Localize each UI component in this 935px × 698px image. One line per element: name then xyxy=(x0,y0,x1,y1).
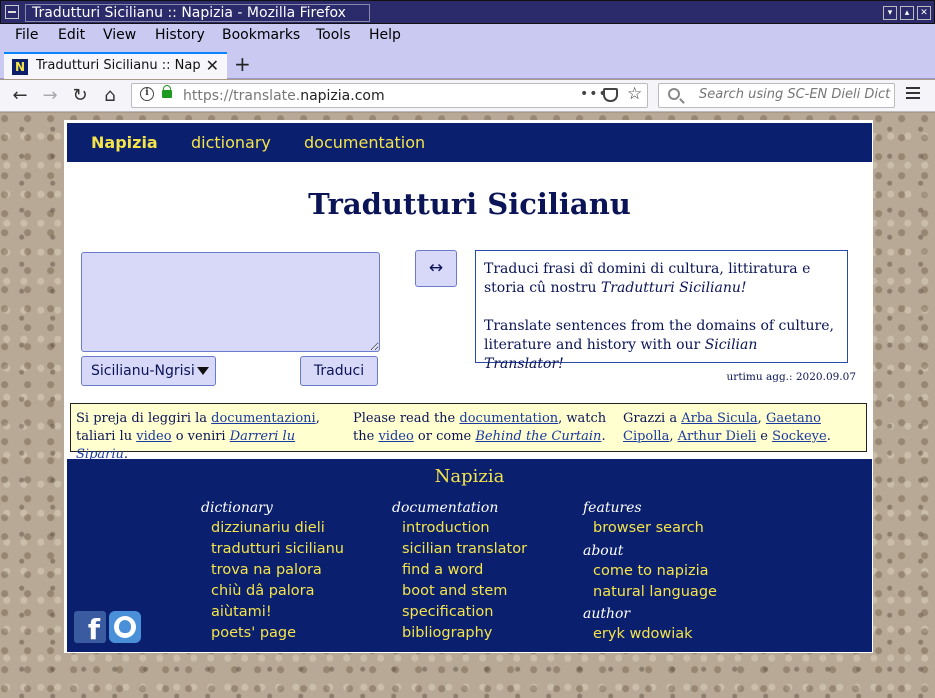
documentation-link[interactable]: documentation xyxy=(459,411,558,426)
menu-tools[interactable]: Tools xyxy=(316,27,351,43)
footer-author-heading: author xyxy=(583,606,631,622)
footer-link[interactable]: trova na palora xyxy=(201,560,344,581)
translate-button[interactable]: Traduci xyxy=(300,356,378,386)
menu-view[interactable]: View xyxy=(103,27,136,43)
nav-bar: ← → ↻ ⌂ i https://translate.napizia.com … xyxy=(0,80,935,112)
footer-dictionary-column: dictionary dizziunariu dieli tradutturi … xyxy=(201,498,344,644)
dropdown-caret-icon xyxy=(197,367,209,375)
notice-english: Please read the documentation, watch the… xyxy=(353,411,607,444)
menu-bookmarks[interactable]: Bookmarks xyxy=(222,27,300,43)
footer-link[interactable]: boot and stem xyxy=(392,581,527,602)
footer-about-heading: about xyxy=(583,543,624,559)
footer-link[interactable]: dizziunariu dieli xyxy=(201,518,344,539)
footer-link[interactable]: poets' page xyxy=(201,623,344,644)
footer-link[interactable]: aiùtami! xyxy=(201,602,344,623)
swap-languages-button[interactable]: ↔ xyxy=(415,250,457,287)
notice-sicilian: Si preja di leggiri la documentazioni, t… xyxy=(76,411,320,462)
footer-link[interactable]: eryk wdowiak xyxy=(583,624,717,645)
footer-features-heading: features xyxy=(583,500,642,516)
menu-file[interactable]: File xyxy=(15,27,38,43)
minimize-icon[interactable]: ▾ xyxy=(883,6,897,20)
nav-napizia-link[interactable]: Napizia xyxy=(91,133,158,152)
forward-icon[interactable]: → xyxy=(39,85,61,106)
info-english: Translate sentences from the domains of … xyxy=(484,318,834,372)
hamburger-menu-icon[interactable] xyxy=(906,87,920,101)
video-link-en[interactable]: video xyxy=(378,429,413,444)
page-title: Tradutturi Sicilianu xyxy=(308,187,631,221)
footer-link[interactable]: sicilian translator xyxy=(392,539,527,560)
site-footer: Napizia dictionary dizziunariu dieli tra… xyxy=(67,459,872,652)
sockeye-link[interactable]: Sockeye xyxy=(772,429,827,444)
arba-sicula-link[interactable]: Arba Sicula xyxy=(681,411,757,426)
search-icon xyxy=(668,88,680,100)
site-nav: Napizia dictionary documentation xyxy=(67,123,872,162)
napizia-favicon-icon: N xyxy=(12,59,28,75)
menu-bar: File Edit View History Bookmarks Tools H… xyxy=(0,24,935,50)
footer-link[interactable]: natural language xyxy=(583,582,717,603)
footer-link[interactable]: chiù dâ palora xyxy=(201,581,344,602)
footer-documentation-column: documentation introduction sicilian tran… xyxy=(392,498,527,644)
new-tab-icon[interactable]: + xyxy=(234,52,251,76)
documentazioni-link[interactable]: documentazioni xyxy=(211,411,316,426)
bookmark-star-icon[interactable]: ☆ xyxy=(627,84,642,104)
close-window-icon[interactable]: ✕ xyxy=(917,6,931,20)
tab-tradutturi[interactable]: N Tradutturi Sicilianu :: Napizia ✕ xyxy=(4,52,227,79)
close-tab-icon[interactable]: ✕ xyxy=(206,56,219,75)
page-container: Napizia dictionary documentation Tradutt… xyxy=(64,120,873,653)
tab-title: Tradutturi Sicilianu :: Napizia xyxy=(36,58,201,73)
back-icon[interactable]: ← xyxy=(9,85,31,106)
arthur-dieli-link[interactable]: Arthur Dieli xyxy=(678,429,757,444)
menu-history[interactable]: History xyxy=(155,27,205,43)
facebook-icon[interactable]: f xyxy=(74,611,106,643)
search-bar[interactable] xyxy=(658,83,895,108)
info-box: Traduci frasi dî domini di cultura, litt… xyxy=(475,250,848,372)
reload-icon[interactable]: ↻ xyxy=(69,85,91,106)
footer-link[interactable]: specification xyxy=(392,602,527,623)
window-title: Tradutturi Sicilianu :: Napizia - Mozill… xyxy=(25,4,370,22)
video-link-sc[interactable]: video xyxy=(136,429,171,444)
notice-thanks: Grazzi a Arba Sicula, Gaetano Cipolla, A… xyxy=(623,411,831,444)
github-icon[interactable] xyxy=(109,611,141,643)
footer-link[interactable]: find a word xyxy=(392,560,527,581)
pocket-icon[interactable] xyxy=(603,88,618,102)
language-select[interactable]: Sicilianu-Ngrisi xyxy=(81,356,216,386)
info-sicilian: Traduci frasi dî domini di cultura, litt… xyxy=(484,261,811,296)
search-input[interactable] xyxy=(699,87,894,102)
site-info-icon[interactable]: i xyxy=(140,87,154,101)
nav-dictionary-link[interactable]: dictionary xyxy=(191,133,271,152)
url-bar[interactable]: i https://translate.napizia.com ••• ☆ xyxy=(131,83,648,108)
footer-link[interactable]: tradutturi sicilianu xyxy=(201,539,344,560)
footer-dictionary-heading: dictionary xyxy=(201,500,273,516)
window-titlebar: Tradutturi Sicilianu :: Napizia - Mozill… xyxy=(0,0,935,24)
menu-edit[interactable]: Edit xyxy=(58,27,85,43)
source-text-input[interactable] xyxy=(81,252,380,352)
last-updated: urtimu agg.: 2020.09.07 xyxy=(726,371,856,383)
behind-the-curtain-link[interactable]: Behind the Curtain xyxy=(475,429,601,444)
home-icon[interactable]: ⌂ xyxy=(99,85,121,106)
url-text[interactable]: https://translate.napizia.com xyxy=(183,88,385,104)
footer-title[interactable]: Napizia xyxy=(67,466,872,487)
footer-link[interactable]: browser search xyxy=(583,518,717,539)
language-select-value: Sicilianu-Ngrisi xyxy=(91,363,195,379)
footer-documentation-heading: documentation xyxy=(392,500,499,516)
menu-help[interactable]: Help xyxy=(369,27,401,43)
notice-box: Si preja di leggiri la documentazioni, t… xyxy=(70,403,867,462)
window-menu-icon[interactable] xyxy=(5,5,19,19)
tab-strip: N Tradutturi Sicilianu :: Napizia ✕ + xyxy=(0,50,935,79)
footer-link[interactable]: come to napizia xyxy=(583,561,717,582)
footer-link[interactable]: bibliography xyxy=(392,623,527,644)
maximize-icon[interactable]: ▴ xyxy=(900,6,914,20)
footer-features-column: features browser search about come to na… xyxy=(583,498,717,645)
nav-documentation-link[interactable]: documentation xyxy=(304,133,425,152)
footer-link[interactable]: introduction xyxy=(392,518,527,539)
lock-icon xyxy=(162,85,172,98)
